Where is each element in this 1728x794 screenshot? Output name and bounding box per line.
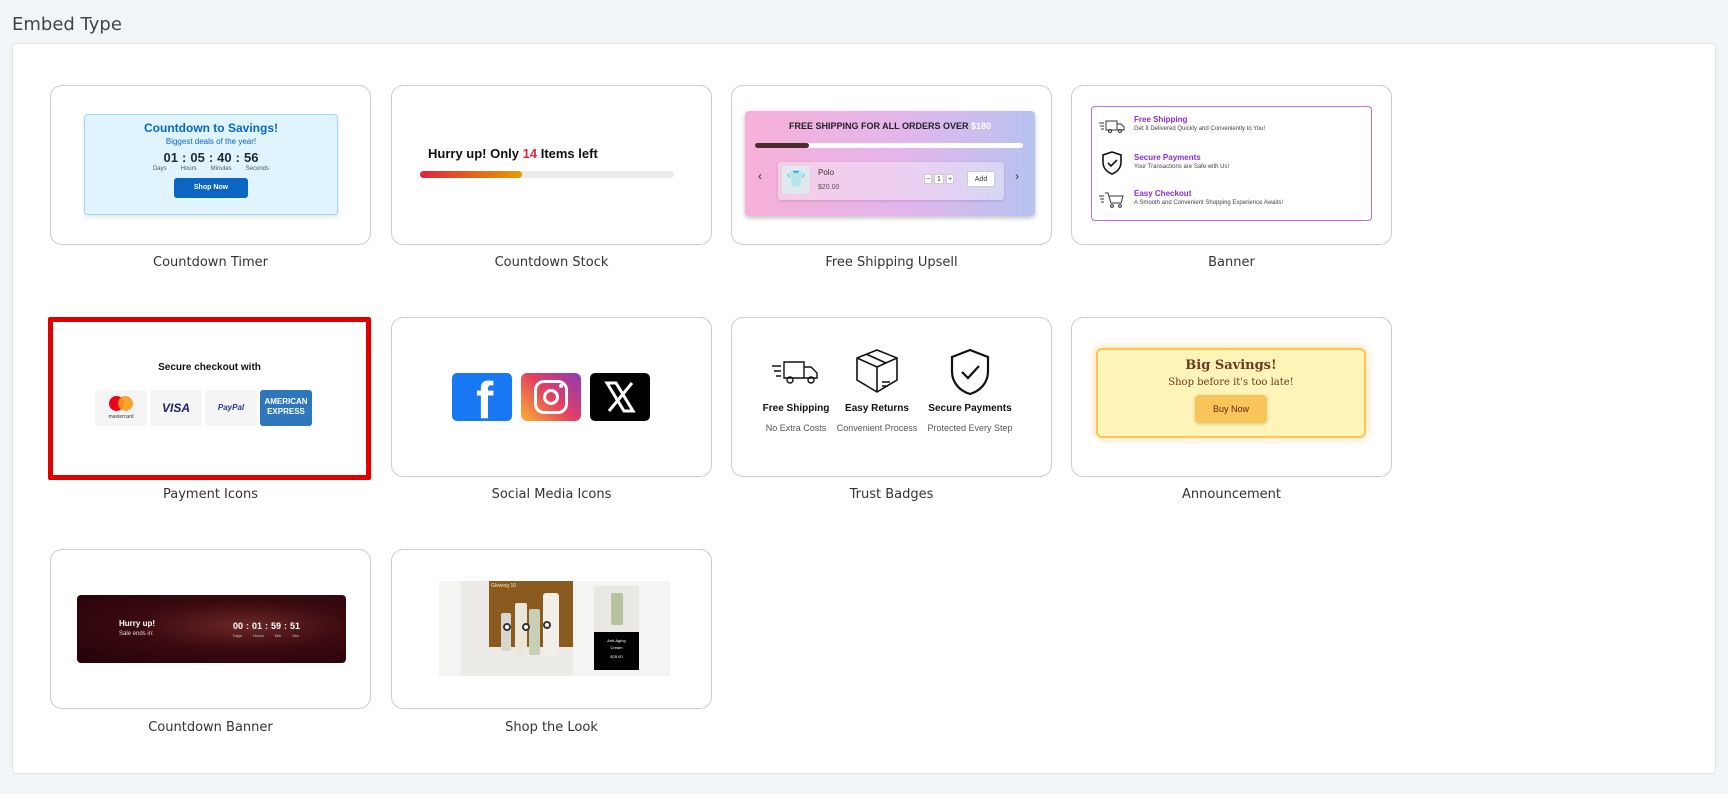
stock-progress-fill: [420, 171, 522, 178]
upsell-product-card: 👕 Polo $20.00 − 1 + Add: [778, 162, 1004, 200]
shop-look-preview: Glowing 10 Anti-Aging Cream $25.00: [439, 581, 670, 676]
hotspot-marker: [543, 621, 551, 629]
upsell-next-arrow: ›: [1015, 169, 1019, 183]
card-social-media-icons[interactable]: f: [391, 317, 712, 477]
announcement-buy-button: Buy Now: [1195, 395, 1267, 423]
trust-badge-title-1: Easy Returns: [845, 403, 909, 414]
card-banner[interactable]: Free Shipping Get It Delivered Quickly a…: [1071, 85, 1392, 245]
hotspot-marker: [503, 623, 511, 631]
card-shop-the-look[interactable]: Glowing 10 Anti-Aging Cream $25.00: [391, 549, 712, 709]
cart-icon: [1099, 192, 1124, 208]
label-free-shipping-upsell: Free Shipping Upsell: [825, 255, 958, 270]
box-icon: [856, 349, 898, 393]
x-icon: [590, 373, 650, 421]
countdown-banner-title: Hurry up!: [119, 619, 155, 628]
announcement-title: Big Savings!: [1185, 358, 1277, 373]
label-countdown-stock: Countdown Stock: [494, 255, 609, 270]
upsell-headline: FREE SHIPPING FOR ALL ORDERS OVER $180: [788, 121, 992, 131]
timer-digits: 01: 05: 40: 56: [163, 150, 259, 165]
countdown-banner-subtitle: Sale ends in:: [119, 631, 154, 637]
upsell-preview: FREE SHIPPING FOR ALL ORDERS OVER $180 ‹…: [745, 111, 1035, 216]
facebook-icon: f: [452, 373, 512, 421]
product-image: [594, 586, 639, 632]
page-title: Embed Type: [12, 14, 122, 35]
mastercard-icon: mastercard: [95, 390, 147, 426]
label-trust-badges: Trust Badges: [849, 487, 934, 502]
shop-look-product-card: Anti-Aging Cream $25.00: [594, 586, 639, 670]
card-countdown-stock[interactable]: Hurry up! Only 14 Items left: [391, 85, 712, 245]
product-text-1: Anti-Aging: [607, 638, 626, 643]
paypal-icon: PayPal: [205, 390, 257, 426]
label-banner: Banner: [1208, 255, 1255, 270]
product-text-2: Cream: [610, 645, 623, 650]
announcement-subtitle: Shop before it's too late!: [1168, 377, 1294, 388]
stock-count: 14: [522, 146, 538, 161]
trust-badge-desc-2: Protected Every Step: [927, 423, 1013, 433]
amex-icon: AMERICAN EXPRESS: [260, 390, 312, 426]
label-countdown-timer: Countdown Timer: [153, 255, 268, 270]
payment-title: Secure checkout with: [158, 362, 261, 373]
card-countdown-timer[interactable]: Countdown to Savings! Biggest deals of t…: [50, 85, 371, 245]
shop-look-main-image: Glowing 10: [461, 581, 573, 676]
truck-icon: [772, 361, 818, 384]
banner-item-0: Free Shipping Get It Delivered Quickly a…: [1098, 115, 1368, 141]
card-payment-icons[interactable]: Secure checkout with mastercard VISA Pay…: [48, 317, 371, 480]
label-countdown-banner: Countdown Banner: [148, 720, 273, 735]
timer-minutes: 40: [217, 150, 232, 165]
timer-shop-button: Shop Now: [174, 178, 248, 198]
instagram-icon: [521, 373, 581, 421]
card-announcement[interactable]: Big Savings! Shop before it's too late! …: [1071, 317, 1392, 477]
countdown-banner-preview: Hurry up! Sale ends in: 00: 01: 59: 51 D…: [77, 595, 346, 663]
upsell-add-button: Add: [967, 171, 995, 187]
visa-icon: VISA: [150, 390, 202, 426]
upsell-product-price: $20.00: [818, 184, 840, 191]
countdown-timer-preview: Countdown to Savings! Biggest deals of t…: [84, 114, 338, 215]
embed-type-panel: Countdown to Savings! Biggest deals of t…: [12, 43, 1716, 774]
announcement-preview: Big Savings! Shop before it's too late! …: [1096, 348, 1366, 438]
card-trust-badges[interactable]: Free Shipping No Extra Costs Easy Return…: [731, 317, 1052, 477]
label-announcement: Announcement: [1182, 487, 1281, 502]
upsell-progress-fill: [755, 143, 809, 148]
stock-text: Hurry up! Only 14 Items left: [428, 146, 598, 161]
upsell-qty-stepper: − 1 +: [924, 174, 954, 184]
trust-badge-desc-1: Convenient Process: [836, 423, 918, 433]
timer-hours: 05: [190, 150, 205, 165]
timer-title: Countdown to Savings!: [144, 121, 278, 135]
trust-badge-title-0: Free Shipping: [762, 403, 830, 414]
countdown-banner-digits: 00: 01: 59: 51: [233, 621, 301, 631]
card-countdown-banner[interactable]: Hurry up! Sale ends in: 00: 01: 59: 51 D…: [50, 549, 371, 709]
card-free-shipping-upsell[interactable]: FREE SHIPPING FOR ALL ORDERS OVER $180 ‹…: [731, 85, 1052, 245]
timer-days: 01: [163, 150, 179, 165]
hotspot-marker: [522, 623, 530, 631]
banner-item-1: Secure Payments Your Transactions are Sa…: [1098, 151, 1368, 177]
countdown-banner-unit-labels: Days Hours Min Sec: [233, 633, 300, 638]
label-payment-icons: Payment Icons: [163, 487, 258, 502]
polo-shirt-image: 👕: [782, 166, 810, 194]
label-shop-the-look: Shop the Look: [505, 720, 598, 735]
banner-item-2: Easy Checkout A Smooth and Convenient Sh…: [1098, 189, 1368, 215]
upsell-amount: $180: [971, 121, 992, 131]
banner-preview: Free Shipping Get It Delivered Quickly a…: [1091, 106, 1372, 221]
upsell-product-name: Polo: [818, 168, 835, 177]
upsell-prev-arrow: ‹: [758, 169, 762, 183]
product-price: $25.00: [610, 654, 623, 659]
timer-subtitle: Biggest deals of the year!: [165, 137, 257, 146]
stock-progress-track: [420, 171, 674, 178]
truck-icon: [1099, 120, 1125, 133]
shop-look-image-caption: Glowing 10: [491, 583, 517, 589]
timer-seconds: 56: [243, 150, 259, 165]
shield-check-icon: [1102, 151, 1122, 175]
upsell-progress-track: [755, 143, 1023, 148]
timer-unit-labels: Days Hours Minutes Seconds: [152, 166, 270, 172]
label-social-media-icons: Social Media Icons: [491, 487, 612, 502]
trust-badge-title-2: Secure Payments: [928, 403, 1012, 414]
shield-check-icon: [950, 348, 990, 396]
